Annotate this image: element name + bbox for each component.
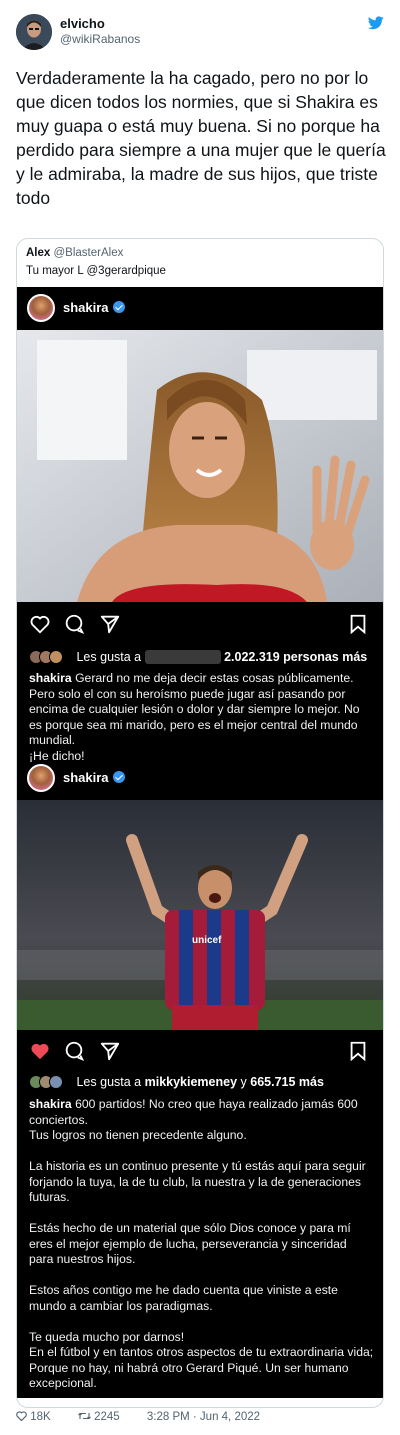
post1-likes-count[interactable]: 2.022.319 personas más: [224, 650, 367, 664]
caption-line: Te queda mucho por darnos!: [29, 1329, 185, 1344]
twitter-bird-icon[interactable]: [368, 16, 384, 30]
quoted-tweet[interactable]: Alex @BlasterAlex Tu mayor L @3gerardpiq…: [16, 238, 384, 1408]
like-count: 18K: [30, 1411, 51, 1423]
caption-paragraph: La historia es un continuo presente y tú…: [29, 1159, 366, 1204]
verified-badge-icon: [112, 771, 125, 783]
verified-badge-icon: [112, 301, 125, 313]
post2-username[interactable]: shakira: [63, 770, 125, 785]
retweet-count: 2245: [94, 1411, 120, 1423]
quoted-tweet-text: Tu mayor L @3gerardpique: [26, 265, 166, 277]
post2-caption-user[interactable]: shakira: [29, 1097, 72, 1111]
post1-actions: [17, 605, 383, 645]
post2-likes-join: y: [240, 1075, 247, 1089]
post2-username-text: shakira: [63, 770, 109, 785]
post2-avatar[interactable]: [27, 764, 55, 792]
heart-outline-icon: [16, 1411, 27, 1422]
tweet-text: Verdaderamente la ha cagado, pero no por…: [16, 68, 386, 208]
post1-likes-prefix: Les gusta a: [76, 650, 142, 664]
post2-likes: Les gusta a mikkykiemeney y 665.715 más: [29, 1075, 324, 1089]
author-name[interactable]: elvicho: [60, 16, 105, 31]
tweet-timestamp[interactable]: 3:28 PM · Jun 4, 2022: [147, 1411, 260, 1423]
post2-actions: [17, 1032, 383, 1072]
post1-avatar[interactable]: [27, 294, 55, 322]
retweet-icon: [77, 1412, 91, 1420]
liker-avatars: [29, 1075, 69, 1089]
tweet-footer: 18K 2245 3:28 PM · Jun 4, 2022: [16, 1411, 272, 1423]
tweet-header: elvicho @wikiRabanos: [16, 14, 384, 54]
quoted-author-name[interactable]: Alex: [26, 247, 50, 259]
post1-likes: Les gusta a 2.022.319 personas más: [29, 650, 367, 664]
bookmark-icon[interactable]: [347, 613, 369, 635]
post2-header: shakira: [17, 757, 383, 799]
share-icon[interactable]: [99, 613, 121, 635]
post1-caption-text: Gerard no me deja decir estas cosas públ…: [29, 671, 360, 747]
post1-username[interactable]: shakira: [63, 300, 125, 315]
caption-line: En el fútbol y en tantos otros aspectos …: [29, 1345, 374, 1359]
quoted-tweet-header: Alex @BlasterAlex: [26, 247, 123, 259]
post2-caption: shakira 600 partidos! No creo que haya r…: [29, 1097, 374, 1392]
jersey-text: unicef: [192, 935, 222, 946]
post2-photo: unicef: [17, 800, 383, 1030]
like-stat[interactable]: 18K: [16, 1411, 66, 1423]
post2-likes-prefix: Les gusta a: [76, 1075, 142, 1089]
post1-caption-user[interactable]: shakira: [29, 671, 72, 685]
liker-avatars: [29, 650, 69, 664]
redacted-name: [144, 650, 221, 664]
instagram-screenshots: shakira Les gusta a 2.022.319 personas m…: [17, 287, 383, 1398]
author-avatar[interactable]: [16, 14, 52, 50]
comment-icon[interactable]: [63, 613, 85, 635]
caption-line: Porque no hay, ni habrá otro Gerard Piqu…: [29, 1360, 349, 1391]
heart-icon[interactable]: [29, 613, 51, 635]
comment-icon[interactable]: [63, 1040, 85, 1062]
post1-caption: shakira Gerard no me deja decir estas co…: [29, 671, 374, 764]
post1-header: shakira: [17, 287, 383, 329]
caption-paragraph: 600 partidos! No creo que haya realizado…: [29, 1097, 358, 1127]
quoted-author-handle[interactable]: @BlasterAlex: [54, 247, 124, 259]
retweet-stat[interactable]: 2245: [77, 1411, 135, 1423]
post1-photo: [17, 330, 383, 602]
heart-filled-icon[interactable]: [29, 1040, 51, 1062]
caption-paragraph: Estos años contigo me he dado cuenta que…: [29, 1283, 338, 1313]
share-icon[interactable]: [99, 1040, 121, 1062]
post2-likes-user[interactable]: mikkykiemeney: [145, 1075, 237, 1089]
post1-username-text: shakira: [63, 300, 109, 315]
bookmark-icon[interactable]: [347, 1040, 369, 1062]
caption-paragraph: Estás hecho de un material que sólo Dios…: [29, 1221, 351, 1266]
author-handle[interactable]: @wikiRabanos: [60, 32, 140, 46]
caption-paragraph: Tus logros no tienen precedente alguno.: [29, 1128, 247, 1142]
post2-likes-count[interactable]: 665.715 más: [250, 1075, 324, 1089]
